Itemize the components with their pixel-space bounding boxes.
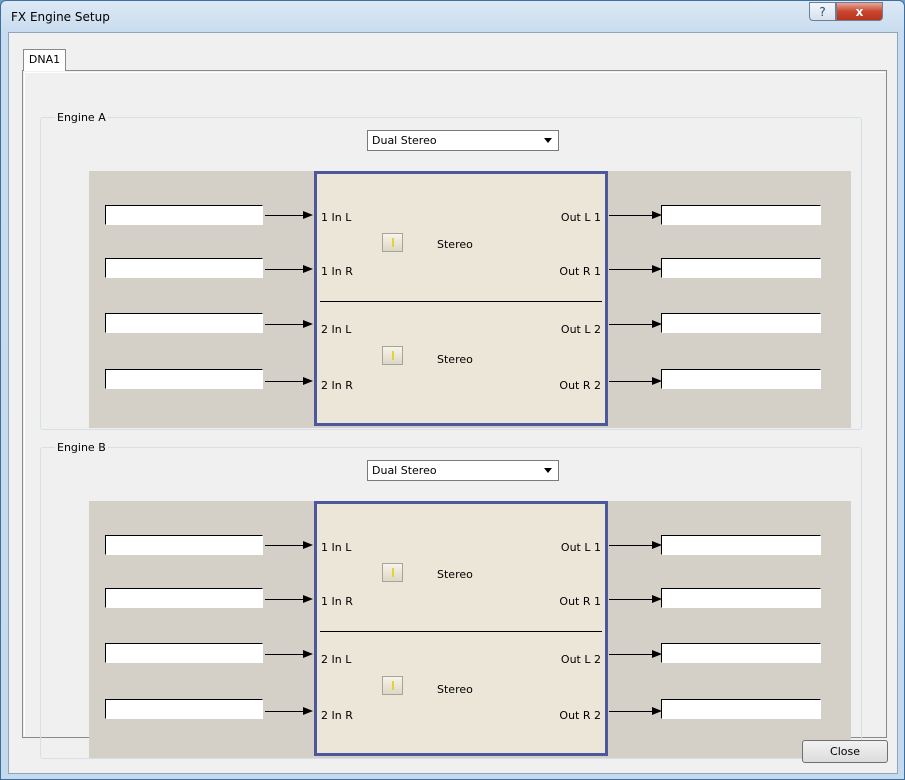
input-label: 2 In R — [321, 379, 353, 392]
input-label: 1 In R — [321, 595, 353, 608]
input-label: 1 In L — [321, 541, 352, 554]
input-label: 2 In L — [321, 323, 352, 336]
window-close-button[interactable]: x — [836, 2, 883, 21]
arrow-right-icon — [303, 650, 313, 658]
arrow-right-icon — [303, 707, 313, 715]
output-label: Out R 2 — [559, 379, 601, 392]
dialog-client: DNA1 Engine A Dual Stereo 1 In L 1 In R … — [8, 32, 898, 774]
arrow-right-icon — [303, 320, 313, 328]
arrow-line — [265, 324, 305, 325]
output-label: Out R 1 — [559, 265, 601, 278]
arrow-line — [265, 711, 305, 712]
stereo-toggle-button[interactable] — [382, 346, 403, 365]
input-label: 1 In R — [321, 265, 353, 278]
mode-label: Stereo — [437, 238, 473, 251]
arrow-right-icon — [303, 595, 313, 603]
output-label: Out R 2 — [559, 709, 601, 722]
help-icon: ? — [819, 5, 826, 19]
engine-b-output-1-field[interactable] — [661, 535, 821, 555]
output-label: Out L 1 — [560, 211, 601, 224]
chevron-down-icon — [544, 138, 552, 143]
arrow-right-icon — [303, 377, 313, 385]
arrow-line — [265, 215, 305, 216]
input-label: 1 In L — [321, 211, 352, 224]
engine-b-input-1-field[interactable] — [105, 535, 263, 555]
mode-label: Stereo — [437, 353, 473, 366]
engine-a-mode-value: Dual Stereo — [372, 134, 437, 147]
engine-b-output-2-field[interactable] — [661, 588, 821, 608]
chevron-down-icon — [544, 468, 552, 473]
engine-a-output-2-field[interactable] — [661, 258, 821, 278]
output-label: Out R 1 — [559, 595, 601, 608]
input-label: 2 In R — [321, 709, 353, 722]
arrow-right-icon — [303, 541, 313, 549]
input-label: 2 In L — [321, 653, 352, 666]
stereo-toggle-button[interactable] — [382, 676, 403, 695]
engine-a-input-3-field[interactable] — [105, 313, 263, 333]
divider — [320, 301, 602, 302]
engine-a-mode-select[interactable]: Dual Stereo — [367, 130, 559, 151]
window-title: FX Engine Setup — [11, 10, 110, 24]
stereo-toggle-button[interactable] — [382, 563, 403, 582]
engine-a-output-3-field[interactable] — [661, 313, 821, 333]
engine-a-fx-box: 1 In L 1 In R Out L 1 Out R 1 Stereo 2 I… — [314, 171, 608, 426]
fx-engine-setup-window: FX Engine Setup ? x DNA1 Engine A Dual S… — [0, 0, 905, 780]
engine-a-output-4-field[interactable] — [661, 369, 821, 389]
engine-b-fx-box: 1 In L 1 In R Out L 1 Out R 1 Stereo 2 I… — [314, 501, 608, 756]
engine-b-mode-value: Dual Stereo — [372, 464, 437, 477]
engine-a-label: Engine A — [55, 111, 108, 124]
engine-b-output-3-field[interactable] — [661, 643, 821, 663]
engine-b-routing: 1 In L 1 In R Out L 1 Out R 1 Stereo 2 I… — [89, 501, 851, 758]
engine-a-input-2-field[interactable] — [105, 258, 263, 278]
output-label: Out L 2 — [560, 653, 601, 666]
engine-b-input-2-field[interactable] — [105, 588, 263, 608]
close-icon: x — [855, 5, 864, 19]
mode-label: Stereo — [437, 683, 473, 696]
arrow-right-icon — [303, 211, 313, 219]
arrow-line — [265, 381, 305, 382]
engine-b-output-4-field[interactable] — [661, 699, 821, 719]
engine-b-input-3-field[interactable] — [105, 643, 263, 663]
output-label: Out L 2 — [560, 323, 601, 336]
stereo-toggle-button[interactable] — [382, 233, 403, 252]
title-bar[interactable]: FX Engine Setup ? x — [1, 1, 904, 33]
close-button[interactable]: Close — [802, 740, 888, 763]
engine-b-input-4-field[interactable] — [105, 699, 263, 719]
engine-a-input-4-field[interactable] — [105, 369, 263, 389]
help-button[interactable]: ? — [809, 2, 836, 21]
arrow-line — [265, 269, 305, 270]
output-label: Out L 1 — [560, 541, 601, 554]
divider — [320, 631, 602, 632]
engine-b-mode-select[interactable]: Dual Stereo — [367, 460, 559, 481]
arrow-line — [265, 545, 305, 546]
engine-a-output-1-field[interactable] — [661, 205, 821, 225]
engine-a-routing: 1 In L 1 In R Out L 1 Out R 1 Stereo 2 I… — [89, 171, 851, 428]
mode-label: Stereo — [437, 568, 473, 581]
engine-a-input-1-field[interactable] — [105, 205, 263, 225]
arrow-line — [265, 599, 305, 600]
tab-dna1[interactable]: DNA1 — [23, 49, 66, 71]
arrow-line — [265, 654, 305, 655]
arrow-right-icon — [303, 265, 313, 273]
engine-b-label: Engine B — [55, 441, 108, 454]
